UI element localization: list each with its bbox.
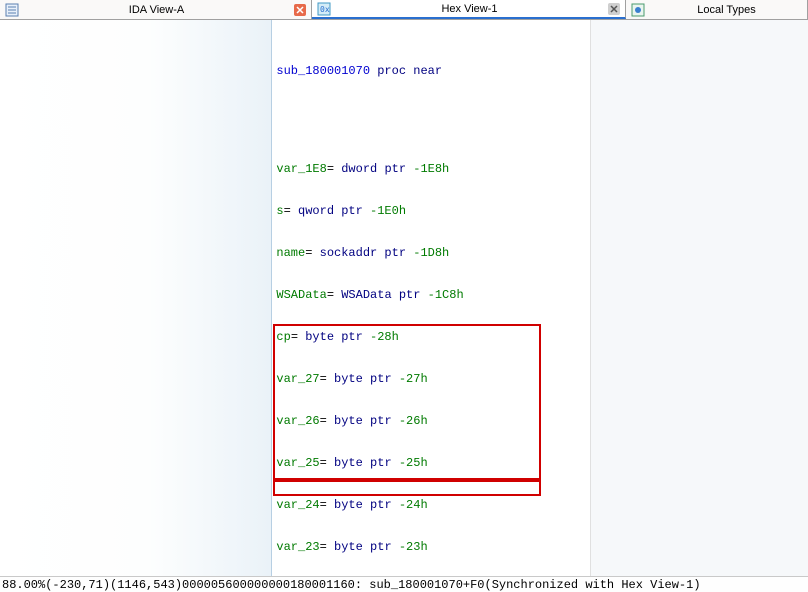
types-icon [630,2,646,18]
status-coord2: (1146,543) [110,578,182,592]
highlight-box-2 [273,480,541,496]
var-name: var_26 [276,414,319,428]
svg-text:0x: 0x [320,5,330,14]
tab-label: Local Types [650,4,803,16]
close-icon[interactable] [293,3,307,17]
status-percent: 88.00% [2,578,45,592]
var-type: byte ptr [305,330,363,344]
right-panel [590,20,808,576]
status-sync: (Synchronized with Hex View-1) [485,578,701,592]
var-name: var_27 [276,372,319,386]
var-type: byte ptr [334,498,392,512]
disasm-icon [4,2,20,18]
var-name: name [276,246,305,260]
tab-label: Hex View-1 [336,3,603,15]
var-off: -24h [399,498,428,512]
tab-label: IDA View-A [24,4,289,16]
var-off: -1D8h [413,246,449,260]
close-icon[interactable] [607,2,621,16]
var-name: cp [276,330,290,344]
status-bar: 88.00% (-230,71) (1146,543) 00000560 000… [0,576,808,592]
var-type: qword ptr [298,204,363,218]
status-symbol: sub_180001070+F0 [369,578,484,592]
tab-hex-view-1[interactable]: 0x Hex View-1 [312,0,626,19]
var-off: -1C8h [428,288,464,302]
var-type: WSAData ptr [341,288,420,302]
var-off: -28h [370,330,399,344]
var-off: -26h [399,414,428,428]
var-type: byte ptr [334,372,392,386]
var-type: sockaddr ptr [320,246,406,260]
proc-kw: proc near [377,64,442,78]
var-type: byte ptr [334,540,392,554]
left-gutter [0,20,272,576]
var-name: s [276,204,283,218]
var-name: var_25 [276,456,319,470]
var-type: byte ptr [334,414,392,428]
status-coord1: (-230,71) [45,578,110,592]
var-name: var_24 [276,498,319,512]
tab-bar: IDA View-A 0x Hex View-1 Local Types [0,0,808,20]
var-name: var_1E8 [276,162,326,176]
proc-name: sub_180001070 [276,64,370,78]
var-off: -27h [399,372,428,386]
disassembly-view[interactable]: sub_180001070 proc near var_1E8= dword p… [272,20,590,576]
var-off: -1E8h [413,162,449,176]
var-type: byte ptr [334,456,392,470]
var-name: var_23 [276,540,319,554]
status-addr: 0000000180001160 [240,578,355,592]
tab-ida-view-a[interactable]: IDA View-A [0,0,312,19]
workspace: sub_180001070 proc near var_1E8= dword p… [0,20,808,576]
hex-icon: 0x [316,1,332,17]
var-off: -23h [399,540,428,554]
var-type: dword ptr [341,162,406,176]
var-off: -1E0h [370,204,406,218]
status-offset: 00000560 [182,578,240,592]
tab-local-types[interactable]: Local Types [626,0,808,19]
var-off: -25h [399,456,428,470]
var-name: WSAData [276,288,326,302]
